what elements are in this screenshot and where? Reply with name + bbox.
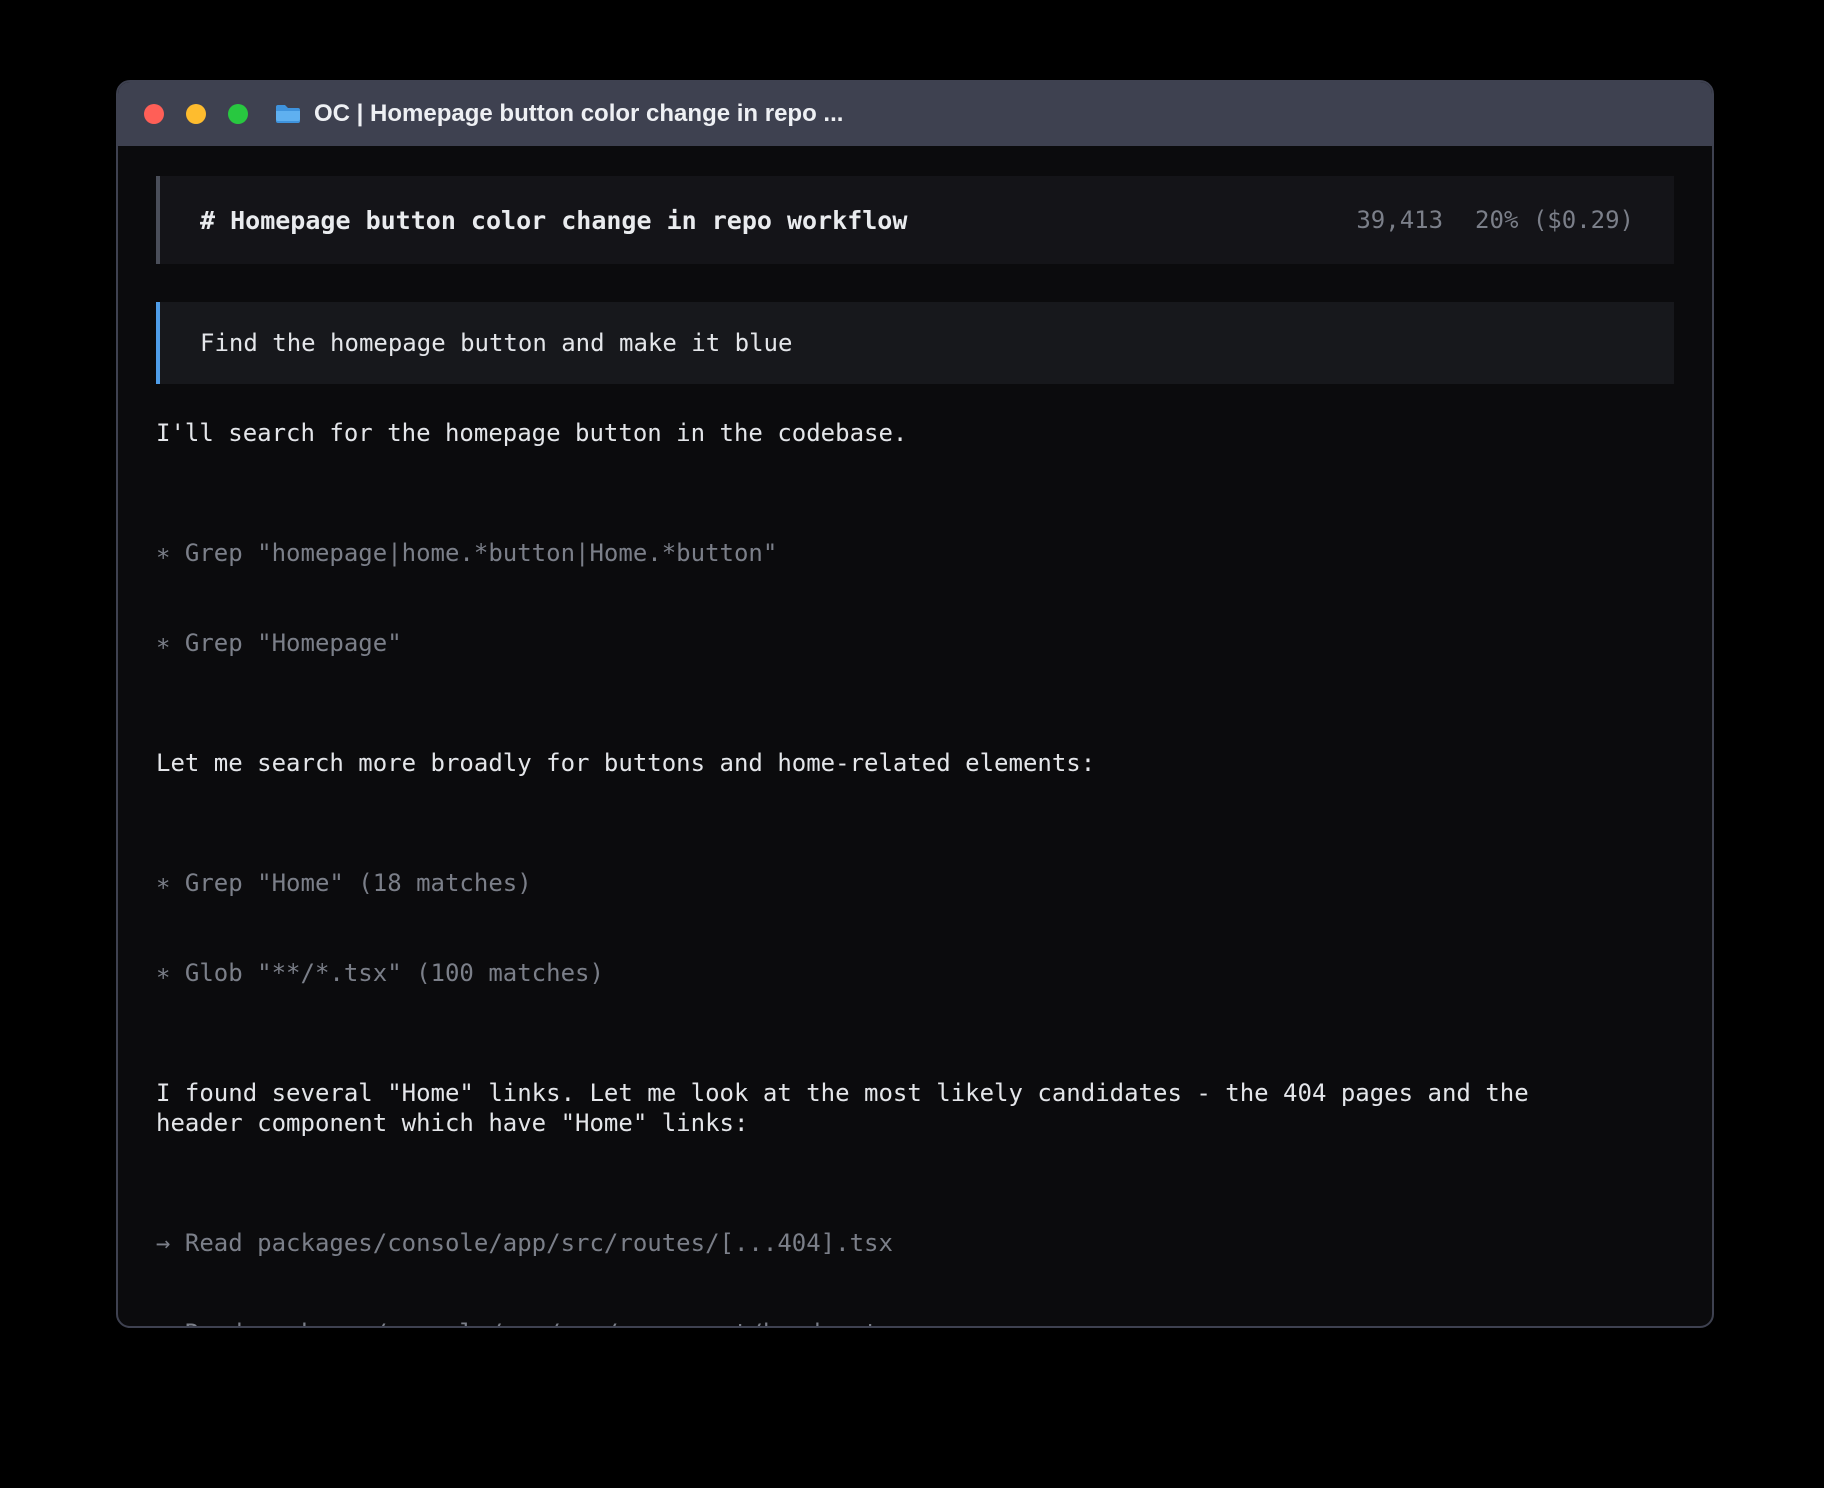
folder-icon: [274, 102, 302, 126]
session-stats: 39,413 20% ($0.29): [1356, 206, 1634, 234]
token-count: 39,413: [1356, 206, 1443, 234]
user-message-text: Find the homepage button and make it blu…: [200, 329, 792, 357]
window-title: OC | Homepage button color change in rep…: [314, 100, 843, 128]
close-window-button[interactable]: [144, 104, 164, 124]
assistant-paragraph: I found several "Home" links. Let me loo…: [156, 1078, 1576, 1138]
terminal-content: # Homepage button color change in repo w…: [118, 146, 1712, 1328]
window-titlebar[interactable]: OC | Homepage button color change in rep…: [118, 82, 1712, 146]
traffic-lights: [144, 104, 248, 124]
tool-call-group: ∗ Grep "homepage|home.*button|Home.*butt…: [156, 478, 1674, 718]
context-usage: 20% ($0.29): [1475, 206, 1634, 234]
glob-tool-line: ∗ Glob "**/*.tsx" (100 matches): [156, 958, 1674, 988]
session-header: # Homepage button color change in repo w…: [156, 176, 1674, 264]
assistant-paragraph: Let me search more broadly for buttons a…: [156, 748, 1576, 778]
tool-call-group: ∗ Grep "Home" (18 matches) ∗ Glob "**/*.…: [156, 808, 1674, 1048]
terminal-window: OC | Homepage button color change in rep…: [116, 80, 1714, 1328]
session-title: # Homepage button color change in repo w…: [200, 206, 907, 235]
zoom-window-button[interactable]: [228, 104, 248, 124]
grep-tool-line: ∗ Grep "Home" (18 matches): [156, 868, 1674, 898]
assistant-paragraph: I'll search for the homepage button in t…: [156, 418, 1576, 448]
tool-call-group: → Read packages/console/app/src/routes/[…: [156, 1168, 1674, 1328]
read-tool-line: → Read packages/console/app/src/routes/[…: [156, 1228, 1674, 1258]
grep-tool-line: ∗ Grep "homepage|home.*button|Home.*butt…: [156, 538, 1674, 568]
minimize-window-button[interactable]: [186, 104, 206, 124]
grep-tool-line: ∗ Grep "Homepage": [156, 628, 1674, 658]
user-message: Find the homepage button and make it blu…: [156, 302, 1674, 384]
read-tool-line: → Read packages/console/app/src/componen…: [156, 1318, 1674, 1328]
